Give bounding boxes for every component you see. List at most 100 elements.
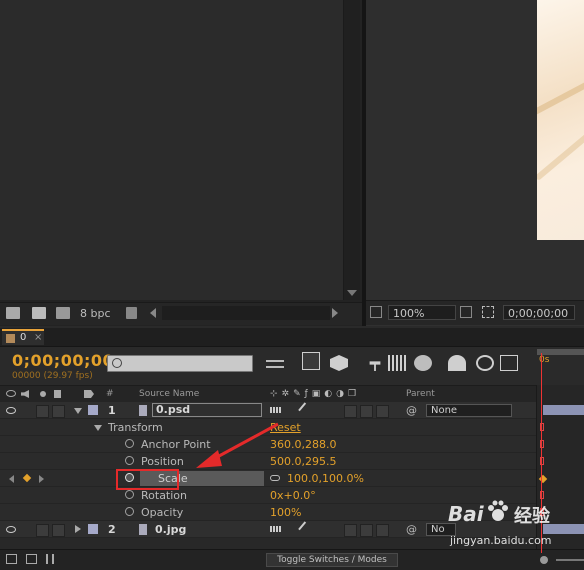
layer-label-color[interactable] [88,405,98,415]
always-preview-icon[interactable] [370,306,382,318]
lock-switch[interactable] [52,524,65,537]
layer-number: 2 [108,523,116,536]
comp-mini-flowchart-icon[interactable] [266,360,284,368]
layer-label-color[interactable] [88,524,98,534]
new-composition-icon[interactable] [56,307,70,319]
collapse-transform-icon[interactable] [270,407,282,413]
timeline-tab[interactable]: 0 × [2,329,44,345]
stopwatch-icon[interactable] [125,456,134,465]
project-scrollbar[interactable] [344,0,360,300]
composition-toolbar: 100% 0;00;00;00 [366,300,584,325]
quality-icon[interactable] [298,402,314,418]
property-name: Opacity [141,506,184,519]
annotation-highlight-box [116,469,179,490]
current-time-display[interactable]: 0;00;00;00 [503,305,575,320]
expand-pane-icon[interactable] [6,554,17,564]
solo-icon[interactable] [40,391,46,397]
collapse-transform-icon[interactable] [270,526,282,532]
expand-chevron-down-icon[interactable] [74,408,82,414]
brainstorm-icon[interactable] [448,355,466,371]
project-list[interactable] [0,0,344,300]
watermark-brand: Bai [448,502,484,526]
composition-viewer[interactable] [366,0,584,300]
pickwhip-icon[interactable]: @ [406,521,417,538]
constrain-proportions-icon[interactable] [270,475,280,481]
toggle-switches-modes-button[interactable]: Toggle Switches / Modes [266,553,398,567]
layer-row[interactable]: 1 0.psd @ None [0,402,536,419]
next-keyframe-icon[interactable] [39,475,44,483]
bpc-label[interactable]: 8 bpc [80,307,111,320]
horizontal-scrollbar[interactable] [162,306,330,320]
layer-name[interactable]: 0.jpg [155,521,186,538]
layer-search-input[interactable] [107,355,253,372]
audio-icon[interactable] [21,390,29,398]
scroll-left-icon[interactable] [150,308,156,318]
scale-value[interactable]: 100.0,100.0% [287,470,364,487]
parent-column-header[interactable]: Parent [406,386,435,402]
draft-3d-icon[interactable] [302,352,320,370]
label-tag-icon[interactable] [84,390,94,398]
graph-editor-icon[interactable] [500,355,518,371]
scroll-down-icon[interactable] [347,290,357,296]
property-name: Position [141,455,184,468]
visibility-eye-icon[interactable] [6,407,16,414]
solo-switch[interactable] [36,405,49,418]
adjustment-switch[interactable] [360,524,373,537]
new-folder-icon[interactable] [32,307,46,319]
expand-chevron-right-icon[interactable] [75,525,81,533]
number-column-header[interactable]: # [106,386,114,402]
mask-visibility-icon[interactable] [482,306,494,318]
visibility-eye-icon[interactable] [6,526,16,533]
scroll-right-icon[interactable] [332,308,338,318]
close-tab-icon[interactable]: × [34,332,42,343]
motion-blur-icon[interactable] [414,355,432,371]
work-area-bar[interactable] [537,349,584,355]
timeline-timecode[interactable]: 0;00;00;00 [12,351,114,370]
property-value[interactable]: 0x+0.0° [270,487,316,504]
auto-keyframe-icon[interactable] [476,355,494,371]
watermark: Bai 经验 jingyan.baidu.com [430,500,580,560]
motion-blur-switch[interactable] [344,524,357,537]
frame-blending-icon[interactable] [388,355,406,371]
project-toolbar: 8 bpc [0,302,362,325]
lock-icon[interactable] [54,390,61,398]
add-keyframe-icon[interactable] [22,473,32,483]
layer-name[interactable]: 0.psd [152,403,262,417]
source-name-column-header[interactable]: Source Name [139,386,199,402]
stopwatch-icon[interactable] [125,490,134,499]
3d-cube-icon[interactable] [330,355,348,371]
parent-dropdown[interactable]: None [426,404,512,417]
motion-blur-switch[interactable] [344,405,357,418]
timeline-tab-bar: 0 × [0,328,584,347]
transform-chevron-down-icon[interactable] [94,425,102,431]
psd-file-icon [139,405,147,416]
composition-panel: 100% 0;00;00;00 [366,0,584,326]
stopwatch-icon[interactable] [125,439,134,448]
trash-icon[interactable] [126,307,137,319]
property-value[interactable]: 100% [270,504,301,521]
paw-logo-icon [486,500,510,524]
watermark-brand-cn: 经验 [514,506,550,527]
video-eye-icon[interactable] [6,390,16,397]
timeline-header: 0;00;00;00 00000 (29.97 fps) [0,347,584,385]
stopwatch-icon[interactable] [125,507,134,516]
grid-icon[interactable] [460,306,472,318]
pickwhip-icon[interactable]: @ [406,402,417,419]
zoom-dropdown[interactable]: 100% [388,305,456,320]
in-out-pane-icon[interactable] [46,554,54,564]
solo-switch[interactable] [36,524,49,537]
composition-icon [6,334,15,343]
layer-duration-bar[interactable] [543,405,584,415]
lock-switch[interactable] [52,405,65,418]
3d-layer-switch[interactable] [376,405,389,418]
quality-icon[interactable] [298,521,314,537]
switches-column-icons[interactable]: ⊹✲✎ƒ▣◐◑❒ [270,386,360,402]
shy-icon[interactable] [369,361,381,371]
interpret-footage-icon[interactable] [6,307,20,319]
transfer-controls-icon[interactable] [26,554,37,564]
jpg-file-icon [139,524,147,535]
3d-layer-switch[interactable] [376,524,389,537]
adjustment-switch[interactable] [360,405,373,418]
tab-label: 0 [20,332,27,343]
prev-keyframe-icon[interactable] [9,475,14,483]
